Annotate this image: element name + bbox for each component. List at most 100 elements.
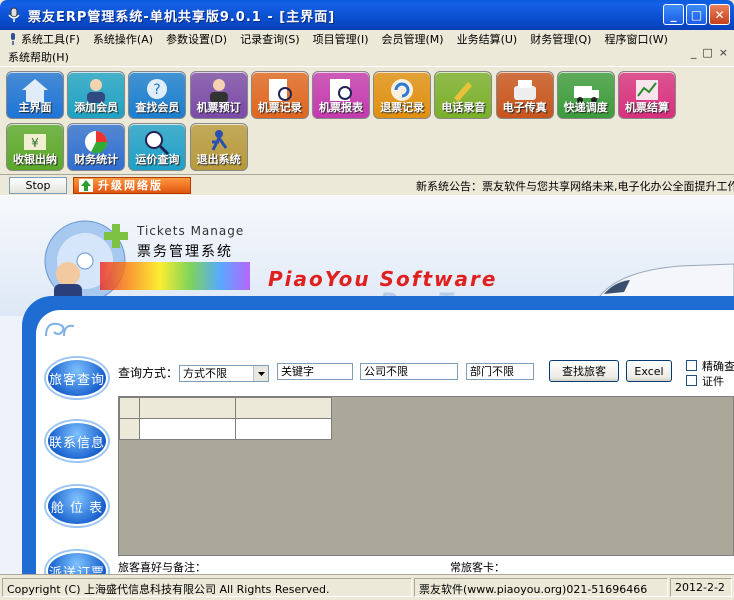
close-button[interactable]: ✕ bbox=[709, 4, 730, 25]
query-mode-label: 查询方式： bbox=[118, 366, 179, 380]
excel-export-button[interactable]: Excel bbox=[626, 360, 672, 382]
toolbar-button-find-member[interactable]: ? 查找会员 bbox=[128, 71, 187, 119]
menu-settlement[interactable]: 业务结算(U) bbox=[457, 31, 518, 47]
toolbar-button-label: 机票报表 bbox=[319, 101, 363, 114]
toolbar-button-label: 机票记录 bbox=[257, 101, 302, 114]
grid-header-row bbox=[119, 397, 332, 419]
main-panel: Tickets Manage 票务管理系统 PiaoYou Software w… bbox=[0, 196, 734, 574]
upgrade-network-button[interactable]: 升级网络版 bbox=[73, 177, 191, 194]
menu-window[interactable]: 程序窗口(W) bbox=[604, 31, 667, 47]
status-date: 2012-2-2 bbox=[670, 578, 732, 597]
grid-row-indicator bbox=[119, 418, 140, 440]
grid-cell[interactable] bbox=[139, 418, 236, 440]
toolbar-button-label: 快递调度 bbox=[563, 101, 608, 114]
toolbar-button-exit[interactable]: 退出系统 bbox=[189, 123, 248, 171]
toolbar-button-finance-stats[interactable]: 财务统计 bbox=[67, 123, 126, 171]
toolbar-button-add-member[interactable]: 添加会员 bbox=[67, 71, 126, 119]
menu-row-2: 系统帮助(H) _ □ × bbox=[0, 46, 734, 66]
toolbar-button-label: 退票记录 bbox=[380, 101, 425, 114]
toolbar-button-label: 运价查询 bbox=[135, 153, 180, 166]
toolbar-button-label: 退出系统 bbox=[196, 153, 241, 166]
toolbar-button-booking[interactable]: 机票预订 bbox=[189, 71, 248, 119]
toolbar-button-home[interactable]: 主界面 bbox=[6, 71, 64, 119]
keyword-input[interactable]: 关键字 bbox=[277, 363, 353, 380]
toolbar-button-label: 查找会员 bbox=[135, 101, 180, 114]
table-row[interactable] bbox=[119, 418, 332, 440]
menu-parameters[interactable]: 参数设置(D) bbox=[166, 31, 227, 47]
color-stripe bbox=[100, 262, 250, 290]
menu-row-1: 系统工具(F) 系统操作(A) 参数设置(D) 记录查询(S) 项目管理(I) … bbox=[0, 30, 734, 48]
system-notice: 新系统公告：票友软件与您共享网络未来,电子化办公全面提升工作效率 bbox=[416, 180, 734, 193]
menu-system-tools[interactable]: 系统工具(F) bbox=[21, 31, 80, 47]
toolbar-button-label: 财务统计 bbox=[74, 153, 119, 166]
grid-header-cell bbox=[235, 397, 332, 419]
menu-record-query[interactable]: 记录查询(S) bbox=[240, 31, 300, 47]
mdi-restore-button[interactable]: □ bbox=[702, 46, 712, 59]
toolbar-button-cashier[interactable]: ¥ 收银出纳 bbox=[6, 123, 64, 171]
logo-chinese: 票务管理系统 bbox=[137, 244, 233, 260]
toolbar-button-ticket-report[interactable]: 机票报表 bbox=[312, 71, 370, 119]
toolbar-button-refund[interactable]: 退票记录 bbox=[373, 71, 432, 119]
company-input[interactable]: 公司不限 bbox=[360, 363, 458, 380]
toolbar-button-phone-record[interactable]: 电话录音 bbox=[434, 71, 493, 119]
menu-bar: 系统工具(F) 系统操作(A) 参数设置(D) 记录查询(S) 项目管理(I) … bbox=[0, 30, 734, 66]
exact-match-checkbox[interactable] bbox=[686, 360, 697, 371]
maximize-button[interactable]: □ bbox=[686, 4, 707, 25]
toolbar-button-label: 添加会员 bbox=[74, 101, 119, 114]
menu-help[interactable]: 系统帮助(H) bbox=[8, 49, 69, 65]
chevron-down-icon[interactable] bbox=[253, 366, 268, 381]
passenger-grid[interactable] bbox=[118, 396, 734, 556]
side-button-contact-info[interactable]: 联系信息 bbox=[46, 421, 108, 461]
stop-button[interactable]: Stop bbox=[9, 177, 67, 194]
preference-note-label: 旅客喜好与备注： bbox=[118, 561, 206, 574]
status-bar: Copyright (C) 上海盛代信息科技有限公司 All Rights Re… bbox=[0, 574, 734, 600]
window-title: 票友ERP管理系统-单机共享版9.0.1 - [主界面] bbox=[28, 9, 336, 25]
toolbar-button-ticket-record[interactable]: 机票记录 bbox=[250, 71, 309, 119]
toolbar-button-label: 电话录音 bbox=[441, 101, 486, 114]
side-button-passenger-query[interactable]: 旅客查询 bbox=[46, 358, 108, 398]
menu-microphone-icon bbox=[11, 33, 15, 45]
svg-text:?: ? bbox=[154, 82, 161, 98]
grid-cell[interactable] bbox=[235, 418, 332, 440]
frequent-card-label: 常旅客卡： bbox=[450, 561, 505, 574]
notice-bar: Stop 升级网络版 新系统公告：票友软件与您共享网络未来,电子化办公全面提升工… bbox=[0, 174, 734, 196]
logo-english: Tickets Manage bbox=[137, 224, 245, 238]
id-card-label: 证件 bbox=[702, 375, 724, 388]
grid-corner-cell bbox=[119, 397, 140, 419]
grid-header-cell bbox=[139, 397, 236, 419]
up-arrow-icon bbox=[79, 179, 93, 192]
svg-text:¥: ¥ bbox=[31, 136, 39, 150]
toolbar-button-label: 机票预订 bbox=[196, 101, 241, 114]
toolbar-button-fare-search[interactable]: 运价查询 bbox=[128, 123, 187, 171]
toolbar-button-settlement[interactable]: 机票结算 bbox=[618, 71, 676, 119]
grid-table bbox=[119, 397, 332, 440]
minimize-button[interactable]: _ bbox=[663, 4, 684, 25]
copyright-text: Copyright (C) 上海盛代信息科技有限公司 All Rights Re… bbox=[2, 578, 412, 597]
mdi-minimize-button[interactable]: _ bbox=[691, 46, 697, 59]
id-card-checkbox[interactable] bbox=[686, 375, 697, 386]
toolbar-button-label: 主界面 bbox=[18, 101, 52, 114]
query-mode-value: 方式不限 bbox=[183, 367, 227, 380]
query-mode-select[interactable]: 方式不限 bbox=[179, 365, 269, 382]
menu-project[interactable]: 项目管理(I) bbox=[313, 31, 369, 47]
exact-match-label: 精确查 bbox=[702, 360, 734, 373]
upgrade-label: 升级网络版 bbox=[98, 179, 163, 192]
software-title: PiaoYou Software bbox=[268, 267, 498, 291]
title-bar: 票友ERP管理系统-单机共享版9.0.1 - [主界面] _ □ ✕ bbox=[0, 0, 734, 30]
menu-finance[interactable]: 财务管理(Q) bbox=[530, 31, 591, 47]
app-microphone-icon bbox=[8, 7, 20, 22]
mdi-close-button[interactable]: × bbox=[719, 46, 728, 59]
toolbar: 主界面 添加会员? 查找会员 机票预订 机票记录 机票报表 退票记录 电话录音 电子传真 快递调度… bbox=[0, 66, 734, 174]
side-button-seat-table[interactable]: 舱 位 表 bbox=[46, 486, 108, 526]
menu-members[interactable]: 会员管理(M) bbox=[382, 31, 444, 47]
toolbar-button-label: 电子传真 bbox=[502, 101, 547, 114]
search-passenger-button[interactable]: 查找旅客 bbox=[549, 360, 619, 382]
swirl-ornament-icon bbox=[45, 322, 75, 337]
department-input[interactable]: 部门不限 bbox=[466, 363, 534, 380]
disc-logo-icon bbox=[44, 220, 128, 302]
toolbar-button-courier[interactable]: 快递调度 bbox=[556, 71, 615, 119]
menu-system-ops[interactable]: 系统操作(A) bbox=[93, 31, 153, 47]
contact-text: 票友软件(www.piaoyou.org)021-51696466 bbox=[414, 578, 668, 597]
toolbar-button-label: 机票结算 bbox=[625, 101, 669, 114]
toolbar-button-fax[interactable]: 电子传真 bbox=[495, 71, 554, 119]
